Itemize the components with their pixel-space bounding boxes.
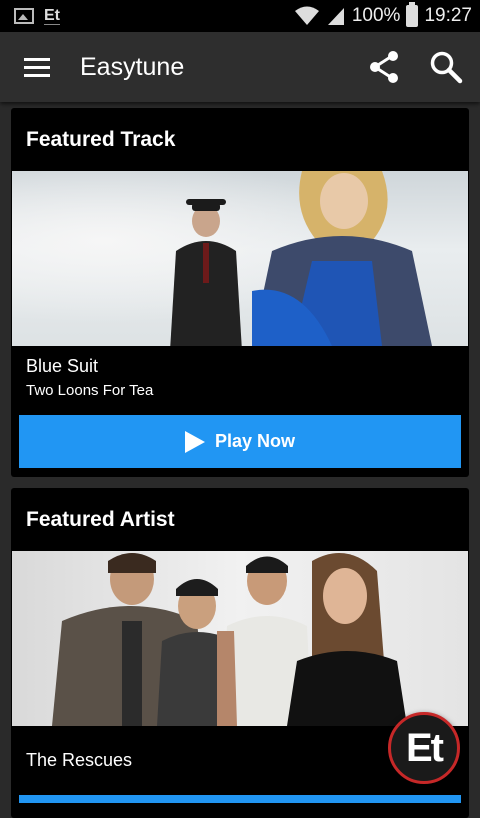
featured-track-image[interactable]: [12, 171, 468, 346]
play-now-label: Play Now: [214, 431, 296, 451]
battery-icon: [406, 2, 419, 27]
woman-figure-image: [252, 171, 432, 346]
track-artist: Two Loons For Tea: [26, 382, 154, 399]
share-icon[interactable]: [362, 45, 406, 89]
featured-track-title: Featured Track: [26, 127, 176, 151]
wifi-icon: [294, 6, 319, 25]
play-now-button[interactable]: Play Now: [19, 415, 461, 468]
status-bar: Et 100% 19:27: [0, 0, 480, 32]
app-title: Easytune: [80, 52, 185, 81]
hamburger-menu-icon[interactable]: [12, 42, 62, 92]
track-name: Blue Suit: [26, 356, 99, 376]
search-icon[interactable]: [424, 45, 468, 89]
featured-artist-image[interactable]: [12, 551, 468, 726]
featured-artist-title: Featured Artist: [26, 507, 175, 531]
play-icon: [184, 430, 205, 453]
featured-track-card[interactable]: Featured Track Blue Suit Two Loons For T…: [11, 108, 469, 477]
easytune-fab-button[interactable]: Et: [388, 712, 460, 784]
clock: 19:27: [424, 5, 472, 26]
app-bar: Easytune: [0, 32, 480, 102]
signal-icon: [327, 8, 344, 25]
app-notification-badge: Et: [44, 6, 60, 25]
fab-logo-text: Et: [406, 725, 444, 770]
battery-percent: 100%: [351, 5, 401, 26]
card-header: Featured Track: [11, 108, 469, 171]
band-photo-image: [52, 553, 407, 726]
artist-action-button[interactable]: [19, 795, 461, 803]
track-info: Blue Suit Two Loons For Tea: [11, 346, 469, 406]
image-notification-icon: [14, 8, 34, 24]
card-header: Featured Artist: [11, 488, 469, 551]
